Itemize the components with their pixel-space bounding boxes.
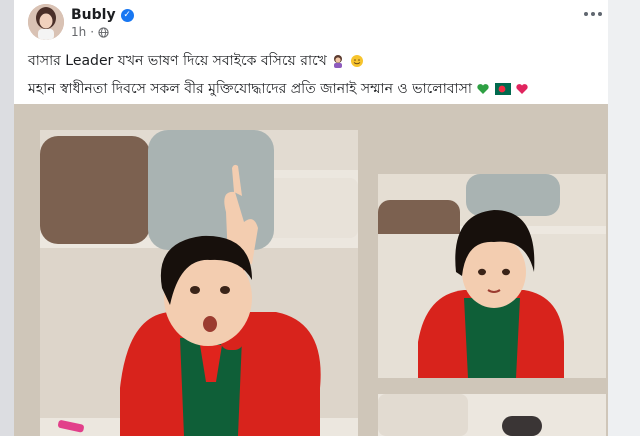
author-avatar[interactable] bbox=[28, 4, 64, 40]
green-heart-emoji-icon bbox=[477, 84, 490, 94]
post-media-grid bbox=[14, 104, 608, 436]
meta-separator: · bbox=[90, 25, 95, 39]
author-row: Bubly ✓ bbox=[71, 6, 134, 24]
right-frame-edge bbox=[608, 0, 640, 436]
author-name[interactable]: Bubly bbox=[71, 7, 116, 23]
post-photo-1[interactable] bbox=[40, 130, 358, 436]
smile-emoji-icon bbox=[350, 55, 363, 67]
post-text-line-2: মহান স্বাধীনতা দিবসে সকল বীর মুক্তিযোদ্ধ… bbox=[28, 77, 529, 101]
post-card: Bubly ✓ 1h · বাসার Leader যখন ভাষণ দিয়ে… bbox=[14, 0, 608, 104]
post-photo-2[interactable] bbox=[378, 174, 606, 378]
verified-badge-icon: ✓ bbox=[120, 8, 134, 22]
post-meta: 1h · bbox=[71, 25, 109, 39]
post-time[interactable]: 1h bbox=[71, 25, 86, 39]
post-text-1: বাসার Leader যখন ভাষণ দিয়ে সবাইকে বসিয়… bbox=[28, 53, 327, 69]
globe-icon[interactable] bbox=[98, 26, 109, 38]
post-photo-3[interactable] bbox=[378, 394, 606, 436]
woman-emoji-icon bbox=[334, 55, 343, 68]
red-heart-emoji-icon bbox=[516, 84, 528, 94]
post-text-2: মহান স্বাধীনতা দিবসে সকল বীর মুক্তিযোদ্ধ… bbox=[28, 81, 472, 97]
more-options-icon[interactable] bbox=[584, 12, 602, 16]
bangladesh-flag-emoji-icon bbox=[494, 83, 511, 95]
post-text-line-1: বাসার Leader যখন ভাষণ দিয়ে সবাইকে বসিয়… bbox=[28, 49, 364, 73]
